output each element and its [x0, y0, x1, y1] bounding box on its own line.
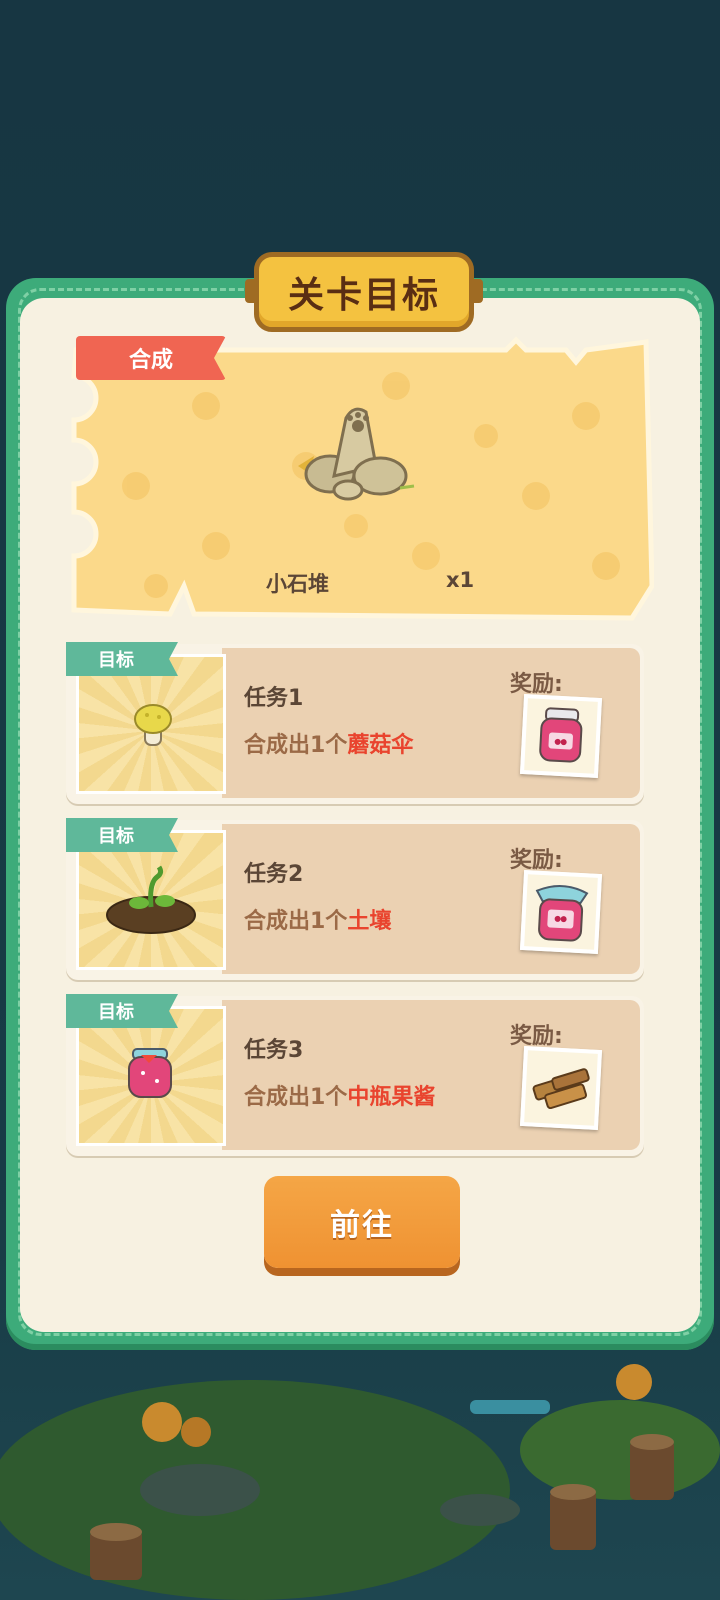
- reward-label: 奖励:: [510, 848, 563, 873]
- task-card: 目标 任务3 合成出1个中瓶果酱 奖励:: [66, 994, 644, 1156]
- task-desc-item: 蘑菇伞: [347, 733, 414, 758]
- task-title: 任务2: [244, 862, 304, 887]
- task-desc-item: 中瓶果酱: [347, 1085, 436, 1110]
- task-description: 合成出1个蘑菇伞: [244, 728, 464, 764]
- soil-sprout-icon: [106, 865, 196, 934]
- task-title: 任务1: [244, 686, 304, 711]
- reward-item: [519, 870, 603, 954]
- goal-item-count: x1: [446, 568, 475, 592]
- go-button[interactable]: 前往: [264, 1176, 460, 1268]
- task-target-tag: 目标: [66, 994, 178, 1028]
- task-description: 合成出1个中瓶果酱: [244, 1080, 464, 1116]
- task-description: 合成出1个土壤: [244, 904, 464, 940]
- main-goal-ticket: 合成 小石堆 x1: [66, 336, 654, 626]
- mushroom-icon: [134, 704, 172, 746]
- task-desc-prefix: 合成出1个: [244, 733, 348, 758]
- rock-pile-icon: [298, 407, 415, 501]
- task-title: 任务3: [244, 1038, 304, 1063]
- task-card: 目标 任务1 合成出1个蘑菇伞 奖励:: [66, 642, 644, 804]
- jam-bottle-icon: [128, 1048, 172, 1098]
- medium-jam-jar-icon: [535, 885, 589, 942]
- wood-planks-icon: [532, 1068, 590, 1110]
- task-desc-prefix: 合成出1个: [244, 1085, 348, 1110]
- reward-label: 奖励:: [510, 1024, 563, 1049]
- task-target-tag: 目标: [66, 818, 178, 852]
- dialog-title: 关卡目标: [245, 252, 483, 332]
- task-desc-item: 土壤: [347, 909, 392, 934]
- background-scenery: [0, 1364, 720, 1600]
- reward-item: [519, 694, 603, 778]
- task-target-tag: 目标: [66, 642, 178, 676]
- task-card: 目标 任务2 合成出1个土壤 奖励:: [66, 818, 644, 980]
- goal-item-name: 小石堆: [266, 572, 329, 596]
- goal-tag: 合成: [76, 336, 226, 380]
- reward-label: 奖励:: [510, 672, 563, 697]
- task-desc-prefix: 合成出1个: [244, 909, 348, 934]
- reward-item: [519, 1046, 603, 1130]
- jam-jar-icon: [539, 707, 583, 763]
